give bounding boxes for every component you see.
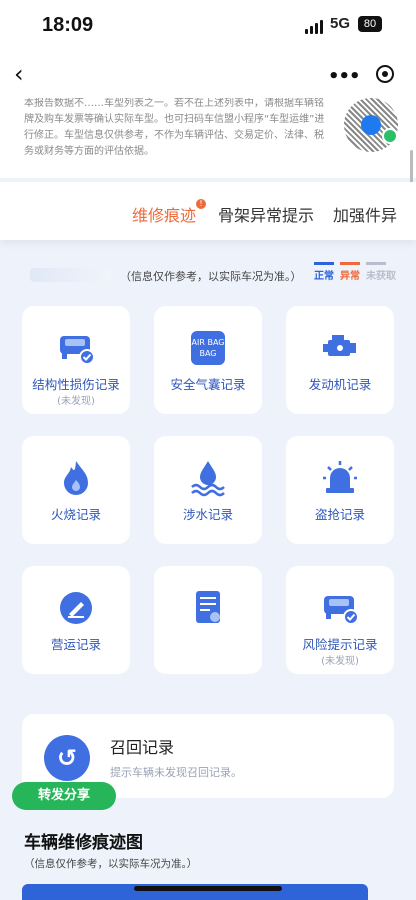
close-target-icon[interactable]: [376, 65, 394, 83]
legend-unavailable: 未获取: [366, 262, 396, 282]
fire-icon: [64, 461, 88, 495]
tab-alert-badge: !: [196, 199, 207, 209]
document-icon: [196, 591, 220, 623]
recall-desc: 提示车辆未发现召回记录。: [110, 766, 242, 779]
card-sub: (未发现): [321, 656, 359, 667]
battery-icon: 80: [358, 16, 382, 32]
svg-text:AIR BAG: AIR BAG: [192, 338, 225, 347]
nav-bar: ‹ •••: [0, 52, 416, 98]
disclaimer-panel: 本报告数据不……车型列表之一。若不在上述列表中，请根据车辆铭牌及购车发票等确认实…: [0, 98, 416, 178]
car-risk-icon: [324, 596, 359, 625]
card-label: 盗抢记录: [314, 507, 365, 522]
qr-code-icon[interactable]: [344, 98, 398, 152]
legend-abnormal: 异常: [340, 262, 360, 282]
qr-badge-icon: [382, 128, 398, 144]
card-operation[interactable]: 营运记录: [22, 566, 130, 674]
card-label: 火烧记录: [50, 507, 101, 522]
signal-icon: [305, 20, 323, 34]
alarm-icon: [323, 461, 357, 493]
legend-row: （信息仅作参考，以实际车况为准。） 正常 异常 未获取: [0, 262, 416, 292]
back-arrow-icon[interactable]: ‹: [14, 62, 38, 86]
recall-icon: ↺: [44, 735, 90, 781]
card-airbag[interactable]: AIR BAG BAG 安全气囊记录: [154, 306, 262, 414]
card-label: 风险提示记录: [302, 637, 378, 652]
card-document-record[interactable]: [154, 566, 262, 674]
card-label: 结构性损伤记录: [32, 377, 120, 392]
tab-repair-traces[interactable]: 维修痕迹 !: [132, 199, 207, 226]
section-note: （信息仅作参考，以实际车况为准。）: [24, 858, 198, 870]
card-flood[interactable]: 涉水记录: [154, 436, 262, 544]
engine-icon: [323, 335, 356, 356]
mini-program-capsule: •••: [318, 59, 404, 91]
airbag-icon: AIR BAG BAG: [191, 331, 225, 365]
card-label: 涉水记录: [182, 507, 233, 522]
card-fire[interactable]: 火烧记录: [22, 436, 130, 544]
card-structural-damage[interactable]: 结构性损伤记录 (未发现): [22, 306, 130, 414]
tab-label: 维修痕迹: [132, 206, 197, 225]
status-bar: 18:09 5G 80: [0, 0, 416, 52]
card-label: 发动机记录: [308, 377, 372, 392]
home-indicator[interactable]: [134, 886, 282, 891]
tab-frame-abnormal[interactable]: 骨架异常提示: [218, 202, 314, 226]
operation-icon: [60, 592, 92, 624]
recall-title: 召回记录: [110, 738, 175, 757]
section-title-placeholder: [30, 268, 110, 282]
legend-note: （信息仅作参考，以实际车况为准。）: [120, 270, 302, 283]
legend-normal: 正常: [314, 262, 334, 282]
card-theft[interactable]: 盗抢记录: [286, 436, 394, 544]
svg-text:BAG: BAG: [199, 349, 216, 358]
qr-center-dot: [361, 115, 381, 135]
card-sub: (未发现): [57, 396, 95, 407]
water-icon: [191, 461, 225, 497]
section-title: 车辆维修痕迹图: [24, 833, 143, 853]
tab-bar: 维修痕迹 ! 骨架异常提示 加强件异: [0, 182, 416, 240]
card-label: 营运记录: [50, 637, 101, 652]
card-label: 安全气囊记录: [170, 377, 246, 392]
status-time: 18:09: [42, 14, 94, 36]
car-damage-icon: [60, 336, 95, 365]
card-engine[interactable]: 发动机记录: [286, 306, 394, 414]
disclaimer-text: 本报告数据不……车型列表之一。若不在上述列表中，请根据车辆铭牌及购车发票等确认实…: [24, 98, 325, 157]
more-dots-icon[interactable]: •••: [328, 66, 361, 87]
tab-reinforcement[interactable]: 加强件异: [333, 202, 397, 226]
card-risk-warning[interactable]: 风险提示记录 (未发现): [286, 566, 394, 674]
network-label: 5G: [330, 15, 351, 32]
share-button[interactable]: 转发分享: [12, 782, 116, 810]
